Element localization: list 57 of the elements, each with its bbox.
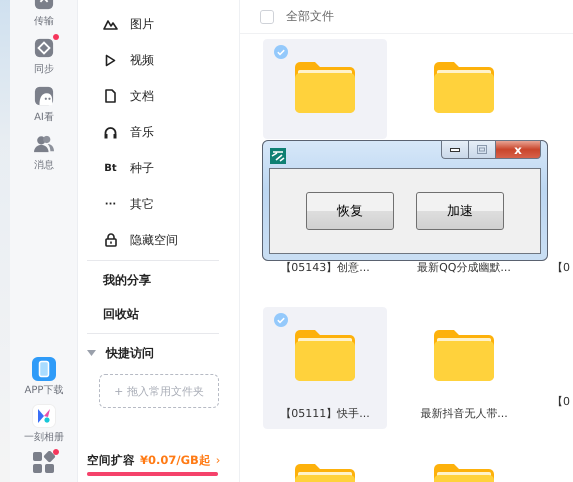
mountain-icon bbox=[103, 18, 118, 30]
nav-label[interactable]: 同步 bbox=[34, 62, 54, 76]
maximize-icon bbox=[477, 145, 487, 154]
nav-label[interactable]: 传输 bbox=[34, 14, 54, 28]
folder-icon[interactable] bbox=[295, 61, 355, 113]
folder-icon[interactable] bbox=[295, 329, 355, 381]
category-glyph: ··· bbox=[104, 198, 116, 210]
nav-label[interactable]: 消息 bbox=[34, 158, 54, 172]
notification-dot bbox=[53, 449, 59, 455]
apps-grid-icon[interactable] bbox=[32, 451, 56, 475]
maximize-button[interactable] bbox=[468, 140, 495, 159]
dialog-button[interactable]: 加速 bbox=[416, 192, 504, 230]
headphones-icon bbox=[104, 126, 117, 138]
nav-label[interactable]: APP下载 bbox=[24, 383, 64, 397]
category-item[interactable]: 文档 bbox=[78, 78, 240, 114]
file-name[interactable]: 【0 bbox=[552, 260, 570, 275]
notification-dot bbox=[53, 34, 59, 40]
nav-label[interactable]: AI看 bbox=[34, 110, 54, 124]
category-item[interactable]: Bt 种子 bbox=[78, 150, 240, 186]
file-card[interactable]: 【05111】快手... bbox=[263, 307, 387, 429]
nav-label[interactable]: 一刻相册 bbox=[24, 430, 64, 444]
file-name[interactable]: 【05111】快手... bbox=[280, 406, 370, 421]
quick-access-title: 快捷访问 bbox=[106, 344, 154, 362]
file-name[interactable]: 【0 bbox=[552, 394, 570, 409]
sidebar-link[interactable]: 我的分享 bbox=[78, 263, 240, 297]
category-item[interactable]: ··· 其它 bbox=[78, 186, 240, 222]
close-button[interactable]: x bbox=[495, 140, 541, 159]
minimize-icon bbox=[450, 148, 460, 152]
sync-icon[interactable] bbox=[34, 38, 54, 58]
check-icon[interactable] bbox=[274, 45, 288, 59]
dialog-button[interactable]: 恢复 bbox=[306, 192, 394, 230]
folder-icon[interactable] bbox=[434, 61, 494, 113]
folder-title: 全部文件 bbox=[286, 8, 334, 25]
file-name[interactable]: 【05143】创意... bbox=[280, 260, 370, 275]
category-glyph: Bt bbox=[104, 162, 117, 174]
app-logo-icon bbox=[270, 148, 286, 164]
people-icon[interactable] bbox=[34, 134, 54, 154]
category-item[interactable]: 音乐 bbox=[78, 114, 240, 150]
minimize-button[interactable] bbox=[441, 140, 468, 159]
document-icon bbox=[105, 89, 116, 103]
file-card[interactable]: 最新抖音无人带... bbox=[402, 307, 526, 429]
category-item[interactable]: 视频 bbox=[78, 42, 240, 78]
category-item[interactable]: 隐藏空间 bbox=[78, 222, 240, 258]
phone-icon[interactable] bbox=[32, 357, 56, 381]
category-item[interactable]: 图片 bbox=[78, 6, 240, 42]
storage-upgrade-link[interactable]: 空间扩容 ¥0.07/GB起 › bbox=[78, 453, 240, 468]
file-name[interactable]: 最新抖音无人带... bbox=[420, 406, 508, 421]
sidebar-link[interactable]: 回收站 bbox=[78, 297, 240, 331]
file-name[interactable]: 最新QQ分成幽默... bbox=[417, 260, 511, 275]
play-icon bbox=[105, 54, 116, 66]
check-icon[interactable] bbox=[274, 313, 288, 327]
quick-access-toggle[interactable]: 快捷访问 bbox=[78, 336, 240, 370]
select-all-checkbox[interactable] bbox=[260, 10, 274, 24]
lock-icon bbox=[104, 233, 116, 247]
ghost-face-icon[interactable] bbox=[34, 86, 54, 106]
album-logo-icon[interactable] bbox=[32, 404, 56, 428]
folder-icon[interactable] bbox=[434, 329, 494, 381]
